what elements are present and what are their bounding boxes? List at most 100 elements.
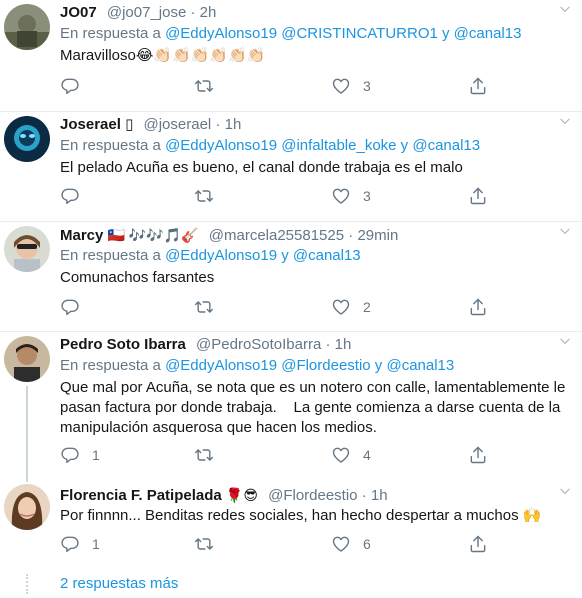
retweet-button[interactable] [194,444,214,466]
reply-count: 1 [92,536,100,552]
separator-dot: · [325,336,335,353]
avatar[interactable] [4,484,50,530]
mention-links[interactable]: @EddyAlonso19 y @canal13 [165,247,361,264]
chevron-down-icon[interactable] [558,334,572,348]
timestamp[interactable]: 1h [371,487,388,504]
like-button[interactable]: 3 [331,75,371,97]
reply-icon [60,445,80,465]
tweet[interactable]: JO07 @jo07_jose · 2h En respuesta a @Edd… [0,0,582,112]
timestamp[interactable]: 1h [225,116,242,133]
retweet-icon [194,186,214,206]
reply-button[interactable]: 1 [60,533,100,555]
like-count: 6 [363,536,371,552]
share-button[interactable] [468,185,488,207]
name-suffix: 🇨🇱 🎶🎶🎵🎸 [107,227,199,243]
handle[interactable]: @marcela25581525 [209,227,344,244]
share-icon [468,297,488,317]
retweet-button[interactable] [194,185,214,207]
chevron-down-icon[interactable] [558,2,572,16]
tweet[interactable]: Joserael ▯ @joserael · 1h En respuesta a… [0,112,582,222]
retweet-button[interactable] [194,296,214,318]
timestamp[interactable]: 29min [357,227,398,244]
avatar[interactable] [4,4,50,50]
retweet-button[interactable] [194,75,214,97]
reply-icon [60,76,80,96]
display-name[interactable]: JO07 [60,4,97,21]
mention-links[interactable]: @EddyAlonso19 @Flordeestio y @canal13 [165,357,454,374]
separator-dot: · [190,4,200,21]
avatar-image [4,4,50,50]
name-suffix: 🌹😎 [225,487,258,503]
like-count: 4 [363,447,371,463]
heart-icon [331,186,351,206]
avatar[interactable] [4,336,50,382]
handle[interactable]: @jo07_jose [107,4,186,21]
chevron-down-icon[interactable] [558,224,572,238]
heart-icon [331,445,351,465]
like-button[interactable]: 6 [331,533,371,555]
reply-button[interactable] [60,185,92,207]
reply-icon [60,297,80,317]
handle[interactable]: @PedroSotoIbarra [196,336,321,353]
tweet-text: Por finnnn... Benditas redes sociales, h… [60,507,542,524]
retweet-icon [194,76,214,96]
retweet-button[interactable] [194,533,214,555]
share-button[interactable] [468,444,488,466]
reply-button[interactable]: 1 [60,444,100,466]
tweet-actions: 1 4 [60,444,582,466]
heart-icon [331,534,351,554]
retweet-icon [194,297,214,317]
heart-icon [331,297,351,317]
avatar-image [4,116,50,162]
share-button[interactable] [468,75,488,97]
share-button[interactable] [468,533,488,555]
avatar-image [4,336,50,382]
tweet-actions: 2 [60,296,582,318]
like-button[interactable]: 2 [331,296,371,318]
share-icon [468,76,488,96]
like-count: 3 [363,188,371,204]
avatar[interactable] [4,116,50,162]
avatar[interactable] [4,226,50,272]
reply-icon [60,534,80,554]
heart-icon [331,76,351,96]
share-button[interactable] [468,296,488,318]
tweet-text: Que mal por Acuña, se nota que es un not… [60,379,570,436]
tweet[interactable]: Marcy 🇨🇱 🎶🎶🎵🎸 @marcela25581525 · 29min E… [0,222,582,332]
like-button[interactable]: 4 [331,444,371,466]
tweet-header: JO07 @jo07_jose · 2h [60,2,582,24]
chevron-down-icon[interactable] [558,114,572,128]
share-icon [468,186,488,206]
thread-connector [26,574,28,594]
timestamp[interactable]: 1h [335,336,352,353]
tweet-header: Florencia F. Patipelada 🌹😎 @Flordeestio … [60,484,582,506]
tweet-actions: 1 6 [60,533,582,555]
more-replies-link[interactable]: 2 respuestas más [60,574,178,594]
reply-prefix: En respuesta a [60,247,161,264]
display-name[interactable]: Pedro Soto Ibarra [60,336,186,353]
separator-dot: · [361,487,371,504]
mention-links[interactable]: @EddyAlonso19 @infaltable_koke y @canal1… [165,137,480,154]
reply-button[interactable] [60,296,92,318]
tweet-text: Comunachos farsantes [60,269,215,286]
timestamp[interactable]: 2h [200,4,217,21]
reply-button[interactable] [60,75,92,97]
share-icon [468,445,488,465]
reply-context: En respuesta a @EddyAlonso19 @Flordeesti… [60,356,454,376]
display-name[interactable]: Joserael [60,116,121,133]
handle[interactable]: @Flordeestio [268,487,357,504]
mention-links[interactable]: @EddyAlonso19 @CRISTINCATURRO1 y @canal1… [165,25,521,42]
like-button[interactable]: 3 [331,185,371,207]
tweet-text: El pelado Acuña es bueno, el canal donde… [60,159,463,176]
handle[interactable]: @joserael [144,116,212,133]
separator-dot: · [215,116,225,133]
display-name[interactable]: Marcy [60,227,103,244]
name-suffix: ▯ [125,116,134,133]
tweet-header: Pedro Soto Ibarra @PedroSotoIbarra · 1h [60,334,582,356]
reply-icon [60,186,80,206]
display-name[interactable]: Florencia F. Patipelada [60,487,222,504]
chevron-down-icon[interactable] [558,484,572,498]
tweet[interactable]: Pedro Soto Ibarra @PedroSotoIbarra · 1h … [0,332,582,482]
tweet[interactable]: Florencia F. Patipelada 🌹😎 @Flordeestio … [0,482,582,572]
reply-count: 1 [92,447,100,463]
